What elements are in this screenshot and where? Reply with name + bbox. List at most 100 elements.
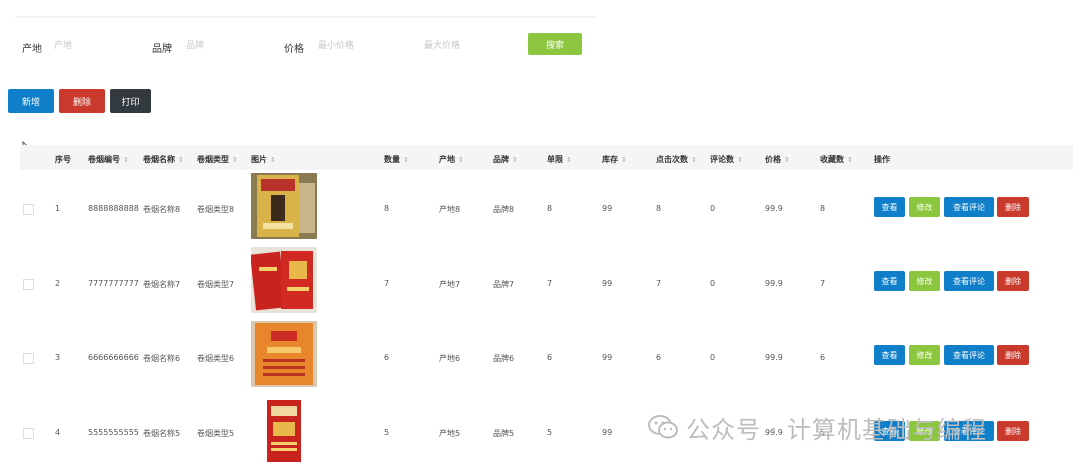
cell-type: 卷烟类型8 bbox=[197, 205, 235, 214]
cell-type: 卷烟类型6 bbox=[197, 354, 235, 363]
header-quantity[interactable]: 数量 ⇕ bbox=[384, 154, 409, 165]
sort-icon[interactable]: ⇕ bbox=[270, 156, 276, 164]
delete-button[interactable]: 删除 bbox=[997, 345, 1029, 365]
header-brand[interactable]: 品牌 ⇕ bbox=[493, 154, 518, 165]
cell-name: 卷烟名称6 bbox=[143, 354, 181, 363]
sort-icon[interactable]: ⇕ bbox=[737, 156, 743, 164]
cigarette-image bbox=[251, 398, 317, 464]
sort-icon[interactable]: ⇕ bbox=[403, 156, 409, 164]
delete-button[interactable]: 删除 bbox=[997, 271, 1029, 291]
view-button[interactable]: 查看 bbox=[874, 345, 905, 365]
delete-button[interactable]: 删除 bbox=[997, 197, 1029, 217]
header-origin[interactable]: 产地 ⇕ bbox=[439, 154, 464, 165]
header-name[interactable]: 卷烟名称 ⇕ bbox=[143, 154, 184, 165]
cell-unit: 8 bbox=[547, 204, 553, 213]
edit-button[interactable]: 修改 bbox=[909, 345, 940, 365]
cell-code: 7777777777 bbox=[88, 279, 139, 288]
view-comments-button[interactable]: 查看评论 bbox=[944, 345, 994, 365]
row-checkbox[interactable] bbox=[23, 428, 34, 439]
price-max-input[interactable] bbox=[422, 34, 510, 58]
watermark-text: 公众号 · 计算机基础与编程 bbox=[686, 415, 987, 444]
edit-button[interactable]: 修改 bbox=[909, 271, 940, 291]
cell-origin: 产地7 bbox=[439, 280, 461, 289]
cell-quantity: 8 bbox=[384, 204, 390, 213]
header-code[interactable]: 卷烟编号 ⇕ bbox=[88, 154, 129, 165]
top-divider bbox=[15, 16, 595, 18]
header-unit[interactable]: 单限 ⇕ bbox=[547, 154, 572, 165]
cell-price: 99.9 bbox=[765, 353, 783, 362]
header-type[interactable]: 卷烟类型 ⇕ bbox=[197, 154, 238, 165]
cell-code: 5555555555 bbox=[88, 428, 139, 437]
header-index: 序号 bbox=[55, 155, 71, 164]
print-button[interactable]: 打印 bbox=[110, 89, 151, 113]
watermark: 公众号 · 计算机基础与编程 bbox=[648, 409, 987, 445]
sort-icon[interactable]: ⇕ bbox=[232, 156, 238, 164]
sort-icon[interactable]: ⇕ bbox=[123, 156, 129, 164]
cell-clicks: 7 bbox=[656, 279, 662, 288]
cell-unit: 7 bbox=[547, 279, 553, 288]
delete-button[interactable]: 删除 bbox=[997, 421, 1029, 441]
row-checkbox[interactable] bbox=[23, 204, 34, 215]
add-button[interactable]: 新增 bbox=[8, 89, 54, 113]
sort-icon[interactable]: ⇕ bbox=[784, 156, 790, 164]
cell-index: 4 bbox=[55, 428, 61, 437]
cell-name: 卷烟名称8 bbox=[143, 205, 181, 214]
view-button[interactable]: 查看 bbox=[874, 271, 905, 291]
cell-clicks: 6 bbox=[656, 353, 662, 362]
header-image[interactable]: 图片 ⇕ bbox=[251, 154, 276, 165]
header-stock[interactable]: 库存 ⇕ bbox=[602, 154, 627, 165]
cell-quantity: 7 bbox=[384, 279, 390, 288]
cell-clicks: 8 bbox=[656, 204, 662, 213]
sort-icon[interactable]: ⇕ bbox=[512, 156, 518, 164]
header-clicks[interactable]: 点击次数 ⇕ bbox=[656, 154, 697, 165]
cell-favorites: 7 bbox=[820, 279, 826, 288]
brand-input[interactable] bbox=[184, 34, 272, 58]
row-checkbox[interactable] bbox=[23, 279, 34, 290]
cell-comments: 0 bbox=[710, 353, 716, 362]
cell-comments: 0 bbox=[710, 204, 716, 213]
origin-input[interactable] bbox=[52, 34, 140, 58]
search-button[interactable]: 搜索 bbox=[528, 33, 582, 55]
cell-index: 1 bbox=[55, 204, 61, 213]
edit-button[interactable]: 修改 bbox=[909, 197, 940, 217]
header-comments[interactable]: 评论数 ⇕ bbox=[710, 154, 743, 165]
origin-label: 产地 bbox=[22, 44, 42, 55]
cell-origin: 产地5 bbox=[439, 429, 461, 438]
cigarette-image bbox=[251, 173, 317, 239]
view-comments-button[interactable]: 查看评论 bbox=[944, 197, 994, 217]
header-favorites[interactable]: 收藏数 ⇕ bbox=[820, 154, 853, 165]
cell-code: 8888888888 bbox=[88, 204, 139, 213]
cell-comments: 0 bbox=[710, 279, 716, 288]
cell-favorites: 6 bbox=[820, 353, 826, 362]
cell-brand: 品牌7 bbox=[493, 280, 515, 289]
sort-icon[interactable]: ⇕ bbox=[847, 156, 853, 164]
cell-origin: 产地6 bbox=[439, 354, 461, 363]
cell-stock: 99 bbox=[602, 353, 613, 362]
cell-quantity: 5 bbox=[384, 428, 390, 437]
cell-code: 6666666666 bbox=[88, 353, 139, 362]
cell-favorites: 8 bbox=[820, 204, 826, 213]
batch-delete-button[interactable]: 删除 bbox=[59, 89, 105, 113]
header-price[interactable]: 价格 ⇕ bbox=[765, 154, 790, 165]
cigarette-image bbox=[251, 247, 317, 313]
cell-brand: 品牌5 bbox=[493, 429, 515, 438]
cell-origin: 产地8 bbox=[439, 205, 461, 214]
price-min-input[interactable] bbox=[316, 34, 404, 58]
sort-icon[interactable]: ⇕ bbox=[621, 156, 627, 164]
cell-index: 2 bbox=[55, 279, 61, 288]
cell-price: 99.9 bbox=[765, 279, 783, 288]
cigarette-image bbox=[251, 321, 317, 387]
cell-stock: 99 bbox=[602, 279, 613, 288]
sort-icon[interactable]: ⇕ bbox=[566, 156, 572, 164]
sort-icon[interactable]: ⇕ bbox=[458, 156, 464, 164]
sort-icon[interactable]: ⇕ bbox=[691, 156, 697, 164]
cell-quantity: 6 bbox=[384, 353, 390, 362]
brand-label: 品牌 bbox=[152, 44, 172, 55]
cell-type: 卷烟类型7 bbox=[197, 280, 235, 289]
view-button[interactable]: 查看 bbox=[874, 197, 905, 217]
wechat-icon bbox=[648, 415, 678, 439]
table-row: 3 6666666666 卷烟名称6 卷烟类型6 6 产地6 品牌6 6 99 … bbox=[20, 319, 1073, 393]
view-comments-button[interactable]: 查看评论 bbox=[944, 271, 994, 291]
row-checkbox[interactable] bbox=[23, 353, 34, 364]
sort-icon[interactable]: ⇕ bbox=[178, 156, 184, 164]
